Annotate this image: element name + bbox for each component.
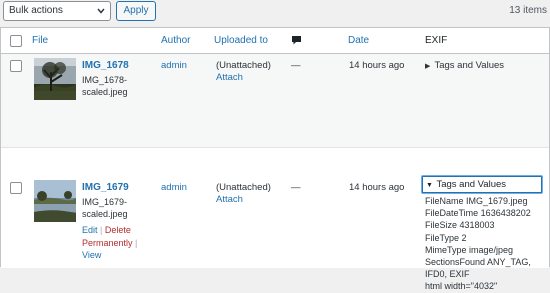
uploaded-to-text: (Unattached) bbox=[216, 60, 271, 71]
file-name: IMG_1679-scaled.jpeg bbox=[82, 197, 128, 219]
exif-values-list: FileName IMG_1679.jpeg FileDateTime 1636… bbox=[425, 195, 550, 293]
select-all-checkbox[interactable] bbox=[10, 35, 22, 47]
exif-line: MimeType image/jpeg bbox=[425, 244, 514, 255]
column-file[interactable]: File bbox=[32, 35, 48, 46]
bulk-actions-select[interactable]: Bulk actions bbox=[3, 1, 111, 21]
table-row: IMG_1678 IMG_1678-scaled.jpeg admin (Una… bbox=[1, 54, 549, 148]
table-header: File Author Uploaded to Date EXIF bbox=[1, 28, 549, 54]
exif-toggle-label: Tags and Values bbox=[434, 60, 505, 71]
column-uploaded-to[interactable]: Uploaded to bbox=[214, 35, 268, 46]
column-exif: EXIF bbox=[425, 35, 448, 46]
thumbnail-image[interactable] bbox=[34, 58, 76, 100]
file-name: IMG_1678-scaled.jpeg bbox=[82, 75, 128, 97]
row-checkbox[interactable] bbox=[10, 182, 22, 194]
column-date[interactable]: Date bbox=[348, 35, 369, 46]
author-link[interactable]: admin bbox=[161, 182, 187, 193]
exif-toggle[interactable]: ▼ Tags and Values bbox=[422, 176, 542, 193]
edit-link[interactable]: Edit bbox=[82, 225, 98, 235]
separator: | bbox=[100, 225, 103, 235]
uploaded-to-text: (Unattached) bbox=[216, 182, 271, 193]
file-title-link[interactable]: IMG_1678 bbox=[82, 60, 129, 71]
exif-line: IFD0, EXIF bbox=[425, 269, 470, 280]
exif-line: FileType 2 bbox=[425, 232, 467, 243]
bulk-actions-value: Bulk actions bbox=[9, 5, 63, 16]
attach-link[interactable]: Attach bbox=[216, 72, 243, 83]
triangle-right-icon: ▶ bbox=[425, 63, 431, 70]
date-text: 14 hours ago bbox=[349, 60, 405, 71]
exif-line: FileSize 4318003 bbox=[425, 220, 495, 231]
comment-bubble-icon[interactable] bbox=[291, 35, 302, 46]
file-title-link[interactable]: IMG_1679 bbox=[82, 182, 129, 193]
row-actions: Edit | Delete Permanently | View bbox=[82, 224, 142, 262]
exif-line: html width="4032" bbox=[425, 281, 498, 292]
media-list-table: File Author Uploaded to Date EXIF IMG_16… bbox=[0, 27, 550, 291]
chevron-down-icon bbox=[97, 8, 105, 14]
items-count: 13 items bbox=[509, 5, 547, 16]
exif-line: FileDateTime 1636438202 bbox=[425, 208, 531, 219]
attach-link[interactable]: Attach bbox=[216, 194, 243, 205]
row-checkbox[interactable] bbox=[10, 60, 22, 72]
apply-button[interactable]: Apply bbox=[116, 1, 156, 21]
separator: | bbox=[135, 237, 138, 248]
exif-line: FileName IMG_1679.jpeg bbox=[425, 196, 528, 206]
triangle-down-icon: ▼ bbox=[426, 182, 433, 189]
exif-toggle[interactable]: ▶ Tags and Values bbox=[425, 60, 504, 71]
comments-count: — bbox=[291, 182, 301, 193]
view-link[interactable]: View bbox=[82, 250, 101, 260]
author-link[interactable]: admin bbox=[161, 60, 187, 71]
thumbnail-image[interactable] bbox=[34, 180, 76, 222]
column-author[interactable]: Author bbox=[161, 35, 190, 46]
comments-count: — bbox=[291, 60, 301, 71]
table-row: IMG_1679 IMG_1679-scaled.jpeg Edit | Del… bbox=[1, 148, 549, 291]
date-text: 14 hours ago bbox=[349, 182, 405, 193]
exif-toggle-label: Tags and Values bbox=[436, 179, 507, 190]
exif-line: SectionsFound ANY_TAG, bbox=[425, 257, 531, 268]
